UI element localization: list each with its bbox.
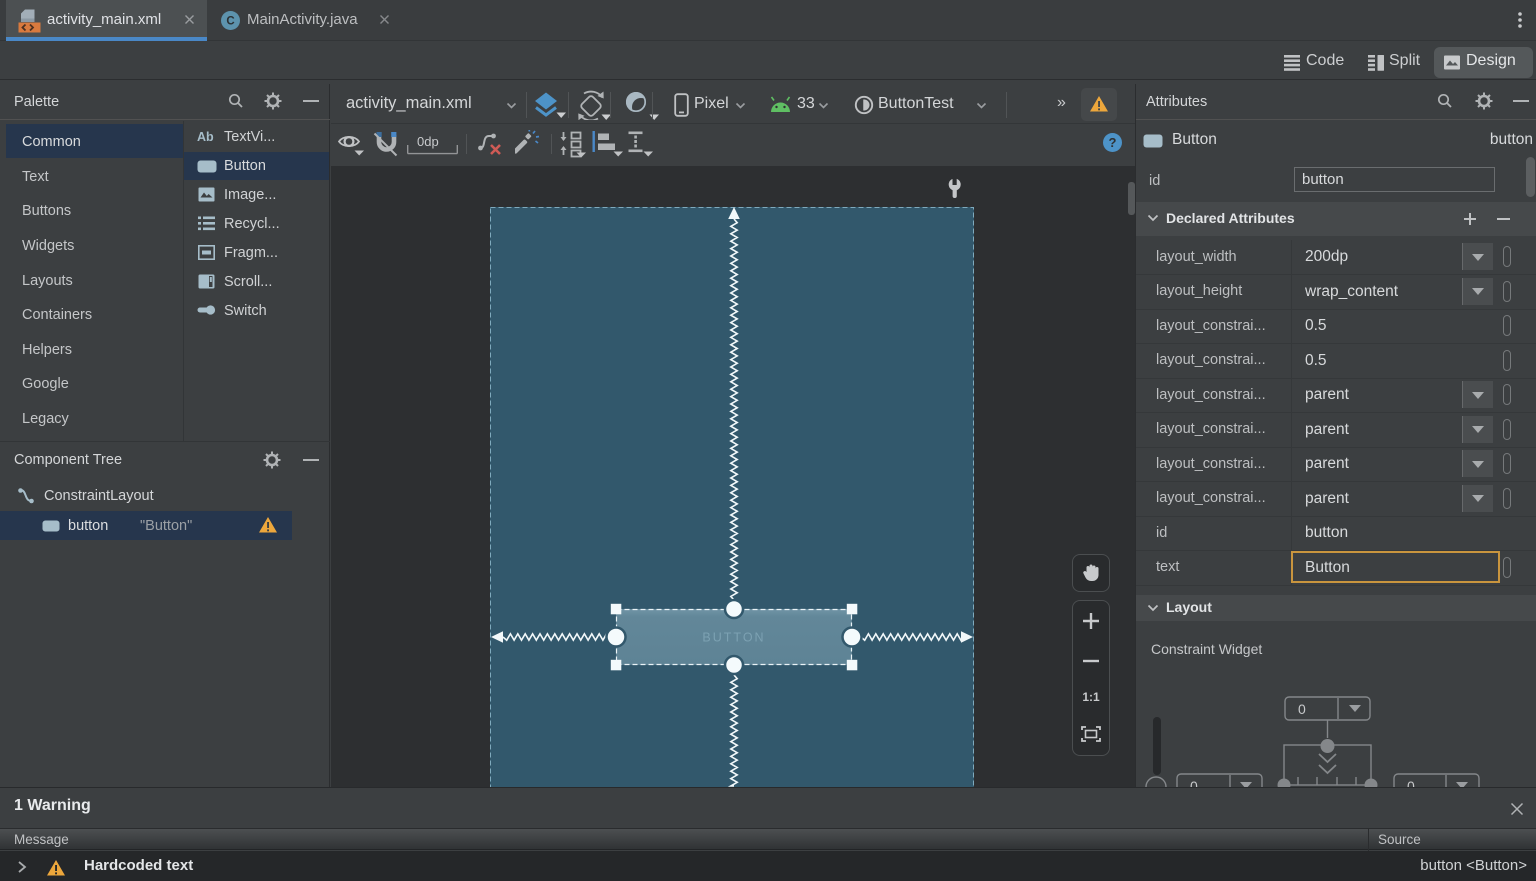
svg-text:C: C [226, 16, 234, 28]
svg-text:BUTTON: BUTTON [702, 631, 765, 645]
svg-text:0: 0 [1298, 701, 1306, 717]
svg-text:0: 0 [1190, 778, 1198, 787]
svg-text:0: 0 [1407, 778, 1415, 787]
